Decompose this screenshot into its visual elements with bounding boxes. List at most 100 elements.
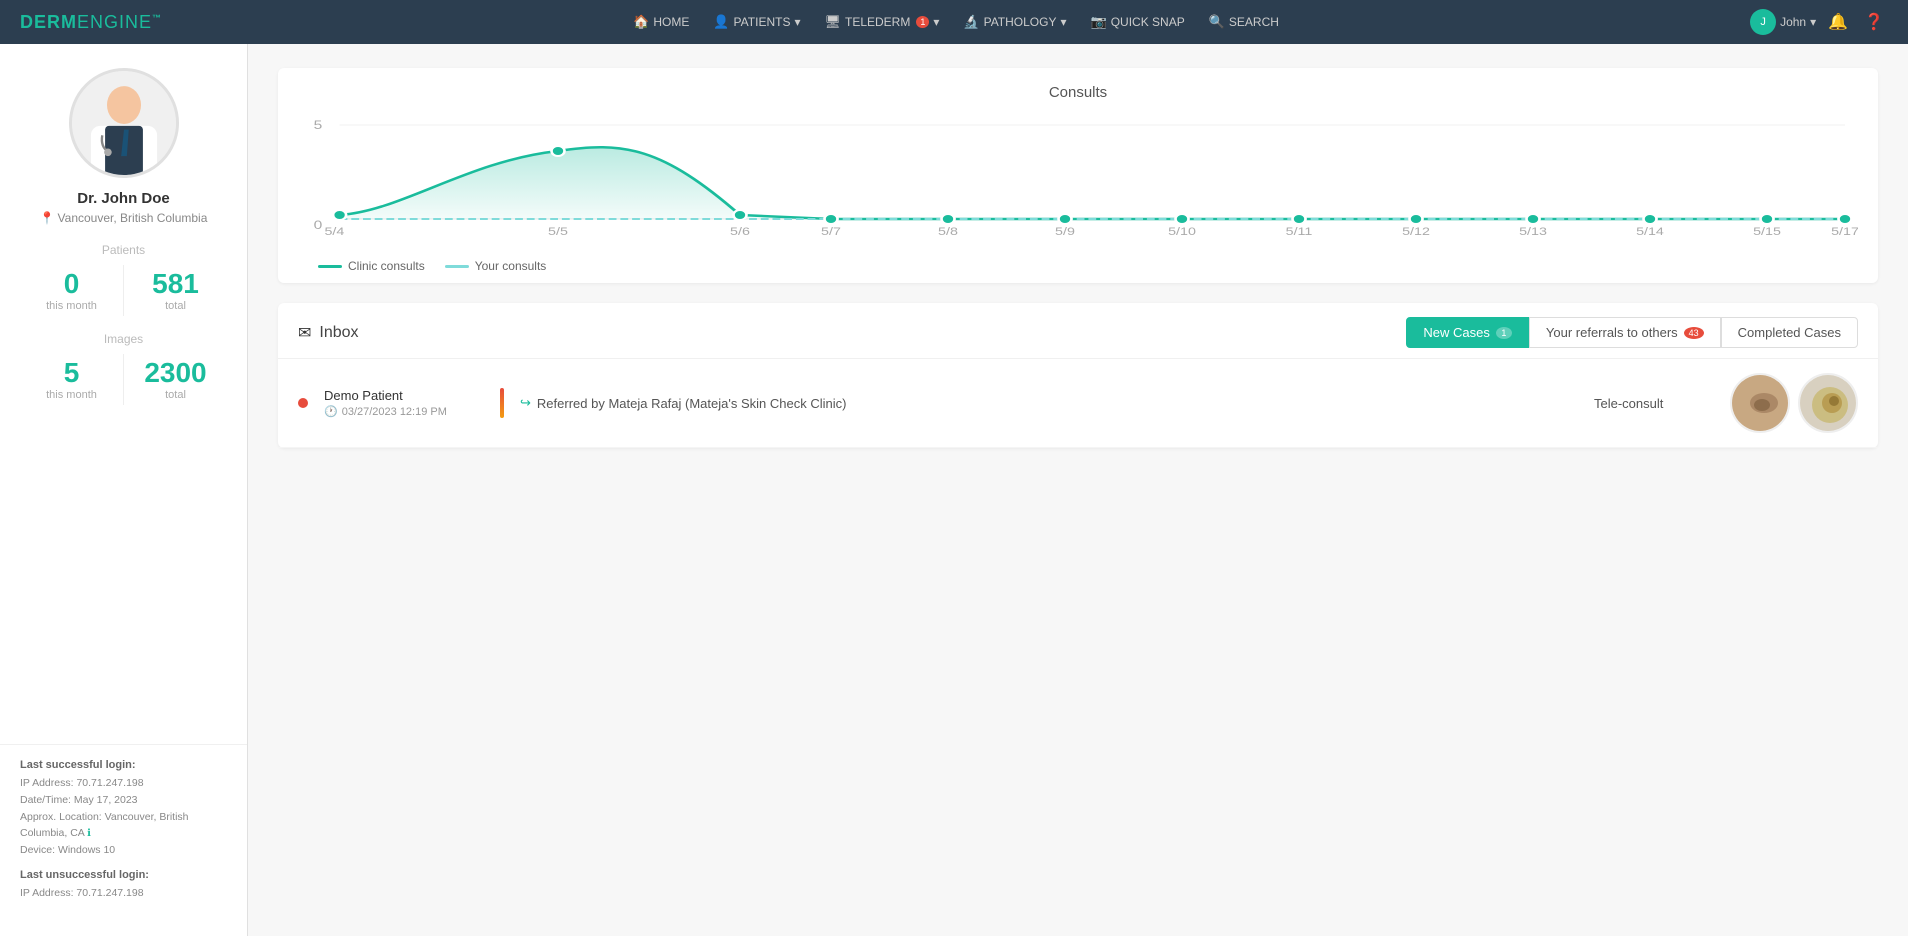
date-label: Date/Time: [20,794,71,806]
svg-text:5/13: 5/13 [1519,225,1547,238]
stats-section: Patients 0 this month 581 total Images 5… [0,243,247,421]
brand-derm: DERM [20,12,77,32]
nav-search[interactable]: 🔍 SEARCH [1199,10,1289,34]
images-this-month-value: 5 [20,358,123,389]
patients-chevron: ▾ [794,15,800,29]
tab-referrals[interactable]: Your referrals to others 43 [1529,317,1721,348]
svg-text:5/8: 5/8 [938,225,958,238]
sidebar: Dr. John Doe 📍 Vancouver, British Columb… [0,44,248,936]
location-line: Approx. Location: Vancouver, British Col… [20,809,227,843]
clock-icon: 🕐 [324,405,338,418]
nav-telederm[interactable]: 🖥 TELEDERM 1 ▾ [814,10,949,34]
patients-this-month-value: 0 [20,269,123,300]
doctor-location: 📍 Vancouver, British Columbia [40,211,208,225]
patient-name: Demo Patient [324,388,484,403]
patients-total-value: 581 [124,269,227,300]
date-value: 03/27/2023 12:19 PM [342,406,447,418]
clinic-legend-label: Clinic consults [348,259,425,273]
nav-quick-snap[interactable]: 📷 QUICK SNAP [1081,10,1195,34]
chart-title: Consults [298,84,1858,101]
help-icon[interactable]: ❓ [1860,12,1888,32]
last-success-title: Last successful login: [20,759,227,771]
nav-home[interactable]: 🏠 HOME [623,10,699,34]
patient-info: Demo Patient 🕐 03/27/2023 12:19 PM [324,388,484,418]
tab-new-cases[interactable]: New Cases 1 [1406,317,1528,348]
pathology-icon: 🔬 [963,14,979,30]
telederm-icon: 🖥 [824,14,841,30]
info-icon: ℹ [87,828,91,839]
patient-date: 🕐 03/27/2023 12:19 PM [324,405,484,418]
brand-logo: DERMENGINE™ [20,12,162,33]
patients-total-box: 581 total [123,265,227,316]
search-icon: 🔍 [1209,14,1225,30]
images-this-month-box: 5 this month [20,354,123,405]
legend-yours: Your consults [445,259,547,273]
device-line: Device: Windows 10 [20,842,227,859]
login-info: Last successful login: IP Address: 70.71… [0,744,247,916]
images-total-value: 2300 [124,358,227,389]
last-unsuccess-title: Last unsuccessful login: [20,869,227,881]
pathology-chevron: ▾ [1060,15,1066,29]
yours-legend-label: Your consults [475,259,547,273]
ip-label: IP Address: [20,777,74,789]
svg-text:5/5: 5/5 [548,225,568,238]
navbar: DERMENGINE™ 🏠 HOME 👤 PATIENTS ▾ 🖥 TELEDE… [0,0,1908,44]
patients-icon: 👤 [713,14,729,30]
images-stats-row: 5 this month 2300 total [20,354,227,405]
quick-snap-icon: 📷 [1091,14,1107,30]
svg-text:5/7: 5/7 [821,225,841,238]
case-type: Tele-consult [1594,396,1714,411]
location-icon: 📍 [40,211,55,225]
device-value: Windows 10 [58,844,115,856]
thumb-svg-2 [1800,375,1858,433]
unsuccess-ip-line: IP Address: 70.71.247.198 [20,885,227,902]
image-thumb-2 [1798,373,1858,433]
consults-chart: 5 0 [298,111,1858,241]
nav-pathology[interactable]: 🔬 PATHOLOGY ▾ [953,10,1076,34]
svg-text:5/14: 5/14 [1636,225,1664,238]
device-label: Device: [20,844,55,856]
referral-text: Referred by Mateja Rafaj (Mateja's Skin … [537,396,847,411]
chart-legend: Clinic consults Your consults [298,259,1858,273]
bell-icon[interactable]: 🔔 [1824,12,1852,32]
inbox-row[interactable]: Demo Patient 🕐 03/27/2023 12:19 PM ↪ Ref… [278,359,1878,448]
svg-text:5/6: 5/6 [730,225,750,238]
nav-patients[interactable]: 👤 PATIENTS ▾ [703,10,810,34]
main-content: Consults 5 0 [248,44,1908,936]
referrals-badge: 43 [1684,327,1704,339]
severity-indicator [500,388,504,418]
doctor-avatar [69,68,179,178]
chart-container: 5 0 [298,111,1858,251]
images-total-box: 2300 total [123,354,227,405]
user-chevron: ▾ [1810,15,1816,29]
referral-info: ↪ Referred by Mateja Rafaj (Mateja's Ski… [520,395,1578,411]
case-images [1730,373,1858,433]
nav-user-menu[interactable]: J John ▾ [1750,9,1816,35]
completed-label: Completed Cases [1738,325,1841,340]
patients-label: Patients [20,243,227,257]
indicator-bar [500,388,504,418]
brand-tm: ™ [152,13,162,23]
brand-engine: ENGINE [77,12,152,32]
telederm-chevron: ▾ [933,15,939,29]
images-this-month-label: this month [20,389,123,401]
new-cases-label: New Cases [1423,325,1489,340]
inbox-icon: ✉ [298,323,311,343]
images-label: Images [20,332,227,346]
images-total-label: total [124,389,227,401]
inbox-section: ✉ Inbox New Cases 1 Your referrals to ot… [278,303,1878,448]
patients-total-label: total [124,300,227,312]
referral-icon: ↪ [520,395,531,411]
ip-value: 70.71.247.198 [76,777,143,789]
nav-right: J John ▾ 🔔 ❓ [1750,9,1888,35]
avatar: J [1750,9,1776,35]
svg-text:5/12: 5/12 [1402,225,1430,238]
svg-text:0: 0 [314,218,323,232]
main-layout: Dr. John Doe 📍 Vancouver, British Columb… [0,44,1908,936]
inbox-tabs: New Cases 1 Your referrals to others 43 … [1406,317,1858,348]
patients-this-month-label: this month [20,300,123,312]
patients-this-month-box: 0 this month [20,265,123,316]
patients-stats-row: 0 this month 581 total [20,265,227,316]
tab-completed-cases[interactable]: Completed Cases [1721,317,1858,348]
inbox-title: ✉ Inbox [298,323,359,343]
